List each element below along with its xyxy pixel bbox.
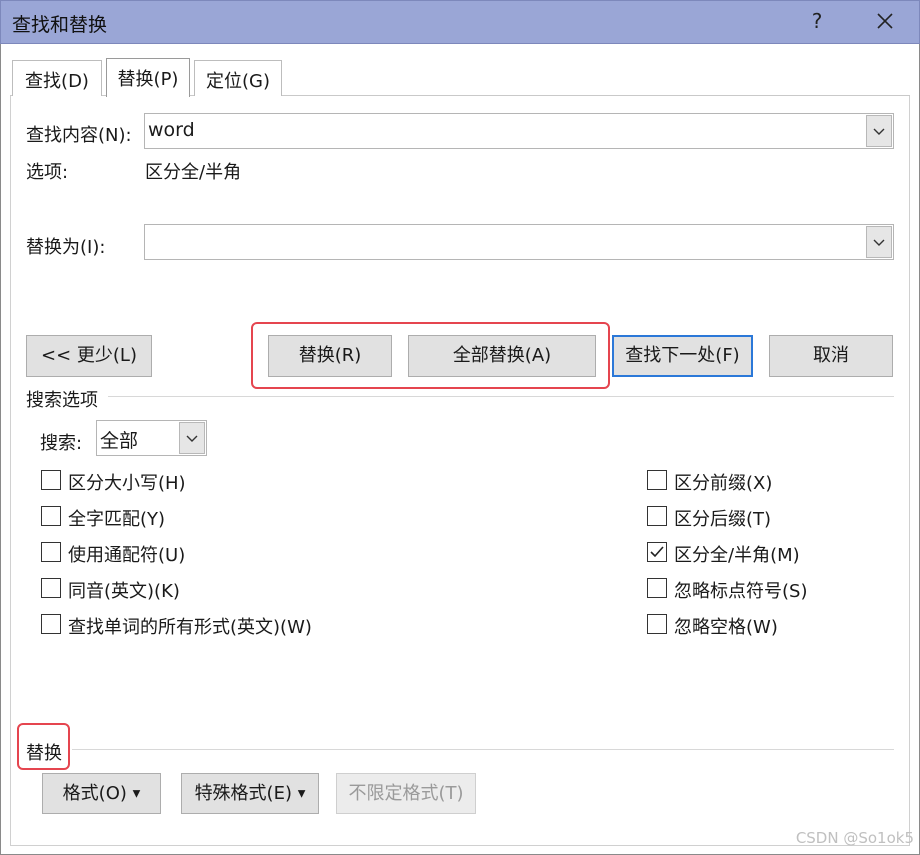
- options-value: 区分全/半角: [145, 162, 242, 183]
- close-button[interactable]: [870, 6, 900, 36]
- dropdown-arrow-icon: ▼: [132, 788, 141, 800]
- whole-word-checkbox[interactable]: [41, 506, 61, 526]
- search-direction-value: 全部: [100, 430, 139, 452]
- match-width-label[interactable]: 区分全/半角(M): [674, 541, 800, 567]
- search-direction-label: 搜索:: [40, 433, 83, 454]
- match-suffix-checkbox[interactable]: [647, 506, 667, 526]
- all-word-forms-checkbox[interactable]: [41, 614, 61, 634]
- match-prefix-label[interactable]: 区分前缀(X): [674, 469, 772, 495]
- window-title: 查找和替换: [12, 14, 108, 36]
- ignore-whitespace-checkbox[interactable]: [647, 614, 667, 634]
- find-input[interactable]: word: [144, 113, 894, 149]
- find-label: 查找内容(N):: [26, 125, 132, 146]
- help-button[interactable]: ?: [805, 9, 829, 33]
- less-button[interactable]: << 更少(L): [26, 335, 152, 377]
- dropdown-arrow-icon: ▼: [297, 788, 306, 800]
- chevron-down-icon: [186, 435, 198, 442]
- format-button[interactable]: 格式(O) ▼: [42, 773, 161, 814]
- tab-find[interactable]: 查找(D): [12, 60, 102, 96]
- replace-dropdown-button[interactable]: [866, 226, 892, 258]
- watermark-text: CSDN @So1ok5: [795, 829, 914, 847]
- all-word-forms-label[interactable]: 查找单词的所有形式(英文)(W): [68, 613, 312, 639]
- no-formatting-button[interactable]: 不限定格式(T): [336, 773, 476, 814]
- search-options-divider: [108, 396, 894, 397]
- ignore-punctuation-label[interactable]: 忽略标点符号(S): [674, 577, 807, 603]
- cancel-button[interactable]: 取消: [769, 335, 893, 377]
- match-width-checkbox[interactable]: [647, 542, 667, 562]
- match-prefix-checkbox[interactable]: [647, 470, 667, 490]
- close-icon: [877, 13, 893, 29]
- tab-goto[interactable]: 定位(G): [194, 60, 282, 96]
- match-suffix-label[interactable]: 区分后缀(T): [674, 505, 771, 531]
- sounds-like-label[interactable]: 同音(英文)(K): [68, 577, 180, 603]
- tab-replace[interactable]: 替换(P): [106, 58, 190, 97]
- tab-replace-label: 替换(P): [117, 69, 179, 90]
- search-direction-select[interactable]: 全部: [96, 420, 207, 456]
- whole-word-label[interactable]: 全字匹配(Y): [68, 505, 165, 531]
- replace-button[interactable]: 替换(R): [268, 335, 392, 377]
- tab-find-label: 查找(D): [25, 71, 89, 92]
- options-label: 选项:: [26, 162, 69, 183]
- chevron-down-icon: [873, 239, 885, 246]
- special-button-label: 特殊格式(E): [194, 783, 292, 804]
- replace-section-divider: [72, 749, 894, 750]
- wildcards-label[interactable]: 使用通配符(U): [68, 541, 185, 567]
- find-next-button[interactable]: 查找下一处(F): [612, 335, 753, 377]
- chevron-down-icon: [873, 128, 885, 135]
- match-case-label[interactable]: 区分大小写(H): [68, 469, 186, 495]
- title-bar: [0, 0, 920, 44]
- search-direction-dropdown[interactable]: [179, 422, 205, 454]
- special-button[interactable]: 特殊格式(E) ▼: [181, 773, 319, 814]
- search-options-title: 搜索选项: [26, 390, 98, 411]
- match-case-checkbox[interactable]: [41, 470, 61, 490]
- find-input-value: word: [148, 119, 195, 141]
- ignore-whitespace-label[interactable]: 忽略空格(W): [674, 613, 778, 639]
- tab-goto-label: 定位(G): [206, 71, 270, 92]
- replace-all-button[interactable]: 全部替换(A): [408, 335, 596, 377]
- sounds-like-checkbox[interactable]: [41, 578, 61, 598]
- wildcards-checkbox[interactable]: [41, 542, 61, 562]
- replace-label: 替换为(I):: [26, 237, 106, 258]
- replace-input[interactable]: [144, 224, 894, 260]
- replace-section-title: 替换: [26, 743, 62, 764]
- checkmark-icon: [650, 546, 664, 558]
- format-button-label: 格式(O): [62, 783, 127, 804]
- ignore-punctuation-checkbox[interactable]: [647, 578, 667, 598]
- find-dropdown-button[interactable]: [866, 115, 892, 147]
